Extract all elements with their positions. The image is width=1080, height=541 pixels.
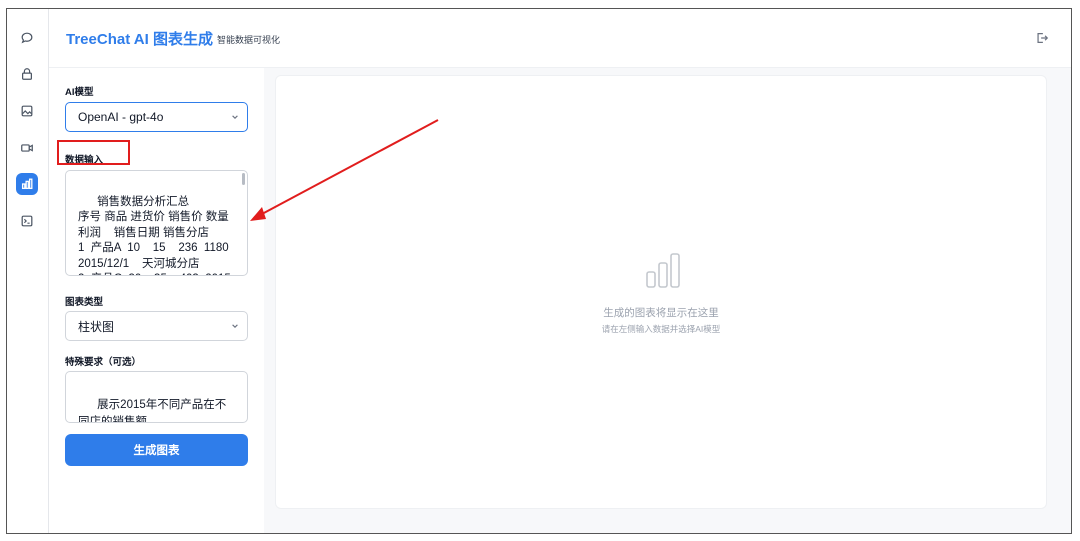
model-label: AI模型 <box>65 87 94 98</box>
terminal-icon[interactable] <box>16 210 38 232</box>
chart-type-value: 柱状图 <box>78 319 115 334</box>
app-header: TreeChat AI 图表生成 智能数据可视化 <box>49 9 1071 68</box>
chevron-down-icon <box>232 115 238 119</box>
input-panel: AI模型 OpenAI - gpt-4o 数据输入 销售数据分析汇总 序号 商品… <box>49 68 264 533</box>
requirements-label: 特殊要求（可选） <box>65 357 142 368</box>
chart-preview-card: 生成的图表将显示在这里 请在左侧输入数据并选择AI模型 <box>275 75 1047 509</box>
app-subtitle: 智能数据可视化 <box>216 35 280 45</box>
chat-icon[interactable] <box>16 27 38 49</box>
requirements-textarea[interactable]: 展示2015年不同产品在不同店的销售额 <box>65 371 248 423</box>
bar-chart-icon <box>646 253 680 288</box>
annotation-highlight-box <box>57 140 130 165</box>
preview-placeholder-subtitle: 请在左侧输入数据并选择AI模型 <box>601 324 721 334</box>
model-select-value: OpenAI - gpt-4o <box>78 110 164 124</box>
logout-icon[interactable] <box>1035 31 1049 45</box>
data-input-textarea[interactable]: 销售数据分析汇总 序号 商品 进货价 销售价 数量 利润 销售日期 销售分店 1… <box>65 170 248 276</box>
image-icon[interactable] <box>16 100 38 122</box>
preview-placeholder-title: 生成的图表将显示在这里 <box>603 307 719 319</box>
video-icon[interactable] <box>16 137 38 159</box>
chart-icon[interactable] <box>16 173 38 195</box>
chart-type-select[interactable]: 柱状图 <box>65 311 248 341</box>
generate-chart-button[interactable]: 生成图表 <box>65 434 248 466</box>
model-select[interactable]: OpenAI - gpt-4o <box>65 102 248 132</box>
textarea-scrollbar[interactable] <box>242 173 245 185</box>
chevron-down-icon <box>232 324 238 328</box>
icon-sidebar <box>7 9 49 533</box>
data-input-value: 销售数据分析汇总 序号 商品 进货价 销售价 数量 利润 销售日期 销售分店 1… <box>78 195 231 276</box>
requirements-value: 展示2015年不同产品在不同店的销售额 <box>78 399 227 423</box>
app-title: TreeChat AI 图表生成 <box>66 30 213 48</box>
chart-type-label: 图表类型 <box>65 297 104 308</box>
lock-icon[interactable] <box>16 63 38 85</box>
